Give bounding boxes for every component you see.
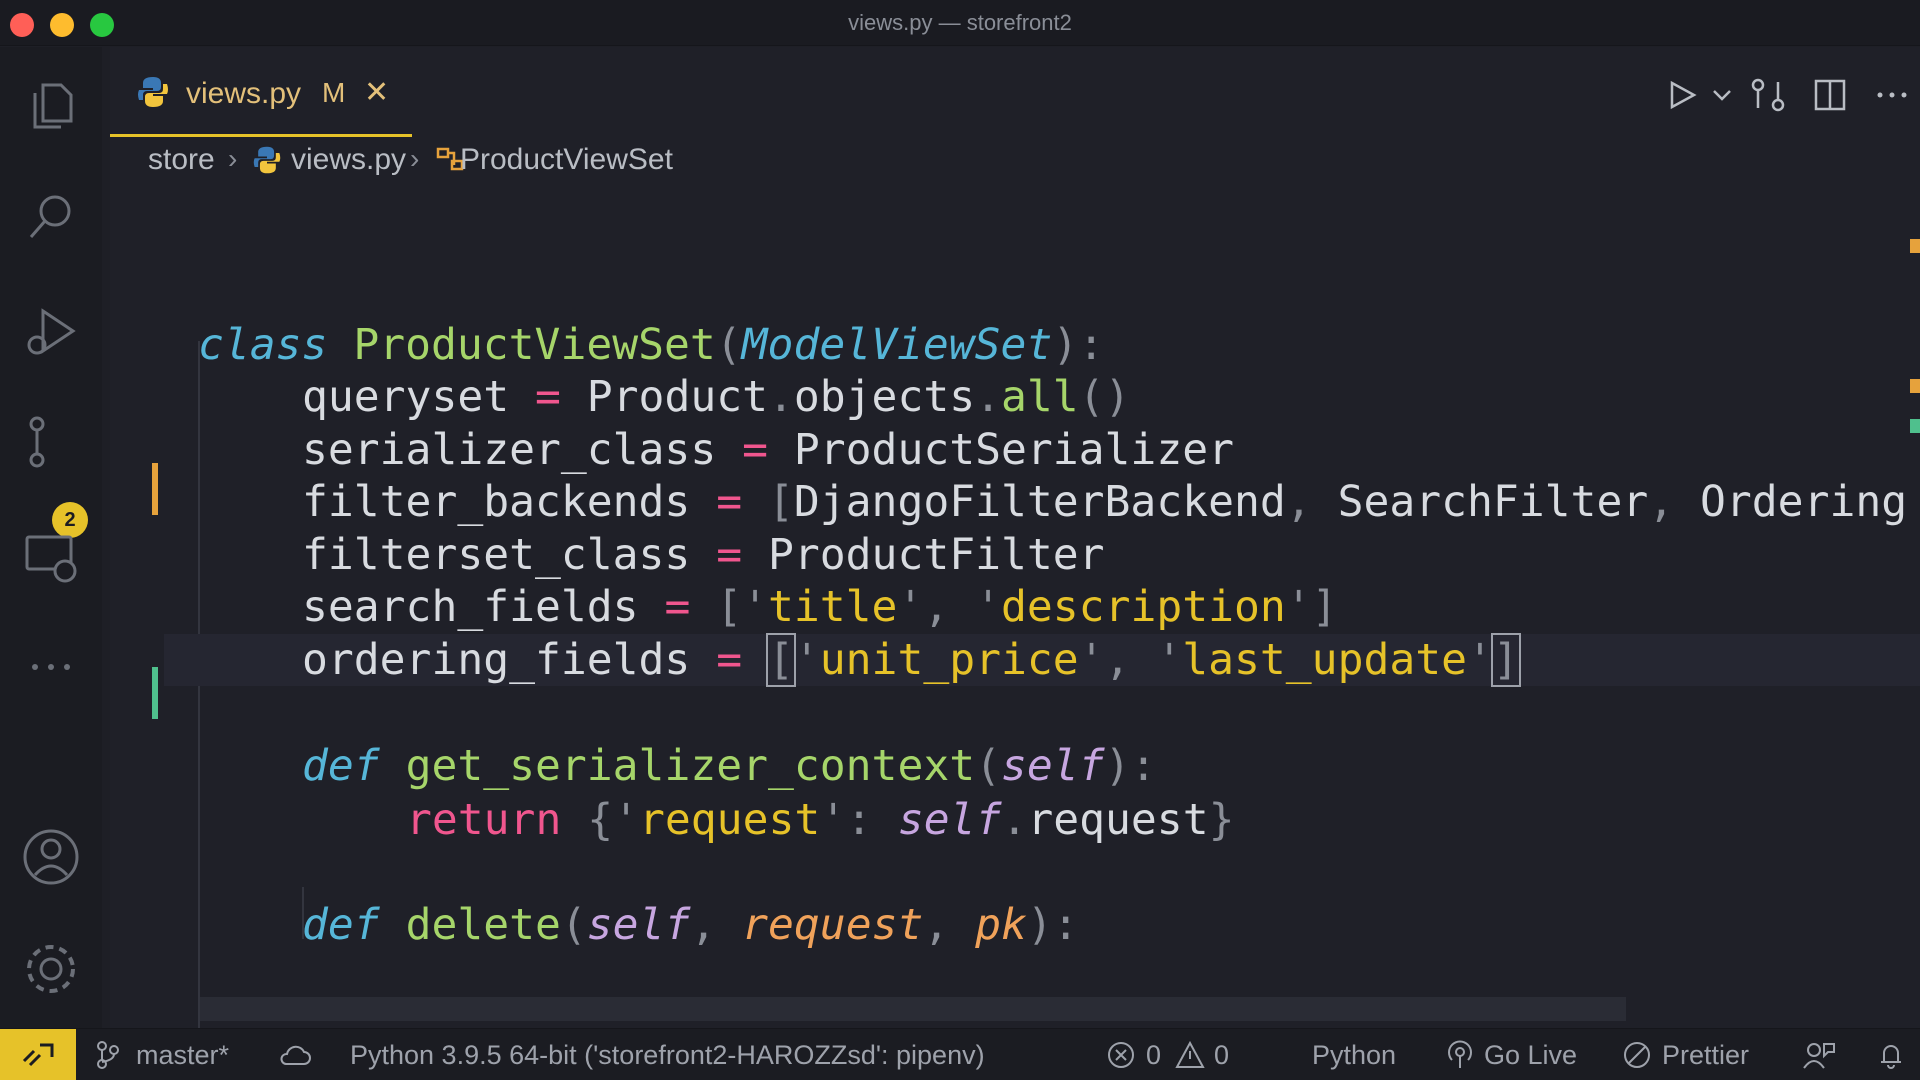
warning-icon — [1174, 1040, 1206, 1070]
cloud-sync-icon[interactable] — [278, 1040, 312, 1070]
accounts-icon[interactable] — [21, 827, 81, 887]
settings-gear-icon[interactable] — [21, 939, 81, 999]
broadcast-icon — [1446, 1040, 1474, 1070]
chevron-right-icon: › — [228, 143, 238, 174]
status-bar: master* Python 3.9.5 64-bit ('storefront… — [0, 1028, 1920, 1080]
warning-count[interactable]: 0 — [1214, 1040, 1229, 1071]
more-icon[interactable] — [21, 637, 81, 697]
horizontal-scrollbar[interactable] — [200, 997, 1626, 1021]
search-icon[interactable] — [21, 187, 81, 247]
split-editor-icon[interactable] — [1810, 75, 1850, 115]
code-line: class ProductViewSet(ModelViewSet): — [198, 320, 1105, 370]
code-line: queryset = Product.objects.all() — [302, 372, 1131, 422]
compare-changes-icon[interactable] — [1748, 75, 1788, 115]
python-file-icon — [252, 145, 282, 175]
error-count[interactable]: 0 — [1146, 1040, 1161, 1071]
python-interpreter[interactable]: Python 3.9.5 64-bit ('storefront2-HAROZZ… — [350, 1040, 985, 1071]
code-line: def get_serializer_context(self): — [302, 741, 1157, 791]
tab-label: views.py — [186, 77, 302, 110]
remote-explorer-icon[interactable] — [21, 527, 81, 587]
python-file-icon — [136, 75, 170, 109]
tab-bar: views.py M ✕ — [110, 47, 1920, 137]
code-line: search_fields = ['title', 'description'] — [302, 582, 1338, 632]
breadcrumb-symbol[interactable]: ProductViewSet — [460, 143, 673, 177]
title-bar: views.py — storefront2 — [0, 0, 1920, 46]
notifications-bell-icon[interactable] — [1876, 1040, 1906, 1070]
code-line: filterset_class = ProductFilter — [302, 530, 1105, 580]
code-line: def delete(self, request, pk): — [302, 900, 1079, 950]
prettier-button[interactable]: Prettier — [1662, 1040, 1749, 1071]
run-debug-icon[interactable] — [21, 301, 81, 361]
run-python-file-icon[interactable] — [1662, 75, 1702, 115]
code-line: return {'request': self.request} — [406, 795, 1235, 845]
close-tab-icon[interactable]: ✕ — [364, 75, 389, 110]
overview-ruler-mark — [1910, 239, 1920, 253]
source-branch-icon — [96, 1040, 120, 1070]
breadcrumb-file[interactable]: views.py — [291, 143, 406, 177]
chevron-down-icon[interactable] — [1702, 75, 1731, 115]
activity-bar: 2 — [0, 47, 102, 1028]
breadcrumb-folder[interactable]: store — [148, 143, 215, 177]
more-actions-icon[interactable] — [1872, 75, 1912, 115]
explorer-icon[interactable] — [21, 75, 81, 135]
window-title: views.py — storefront2 — [848, 10, 1072, 35]
remote-indicator[interactable] — [0, 1029, 76, 1080]
code-line: filter_backends = [DjangoFilterBackend, … — [302, 477, 1908, 527]
tab-views-py[interactable]: views.py M ✕ — [110, 47, 412, 137]
editor: views.py M ✕ store › views.py › ProductV… — [110, 47, 1920, 1041]
error-icon — [1106, 1040, 1138, 1070]
feedback-icon[interactable] — [1802, 1040, 1836, 1070]
source-control-icon[interactable] — [21, 412, 81, 472]
code-line-current: ordering_fields = ['unit_price', 'last_u… — [164, 633, 1920, 687]
language-mode[interactable]: Python — [1312, 1040, 1396, 1071]
go-live-button[interactable]: Go Live — [1484, 1040, 1577, 1071]
editor-actions — [1620, 47, 1920, 137]
modified-indicator: M — [322, 77, 346, 108]
chevron-right-icon: › — [410, 143, 420, 174]
code-line: serializer_class = ProductSerializer — [302, 425, 1234, 475]
git-branch[interactable]: master* — [136, 1040, 229, 1071]
prettier-icon — [1622, 1040, 1652, 1070]
